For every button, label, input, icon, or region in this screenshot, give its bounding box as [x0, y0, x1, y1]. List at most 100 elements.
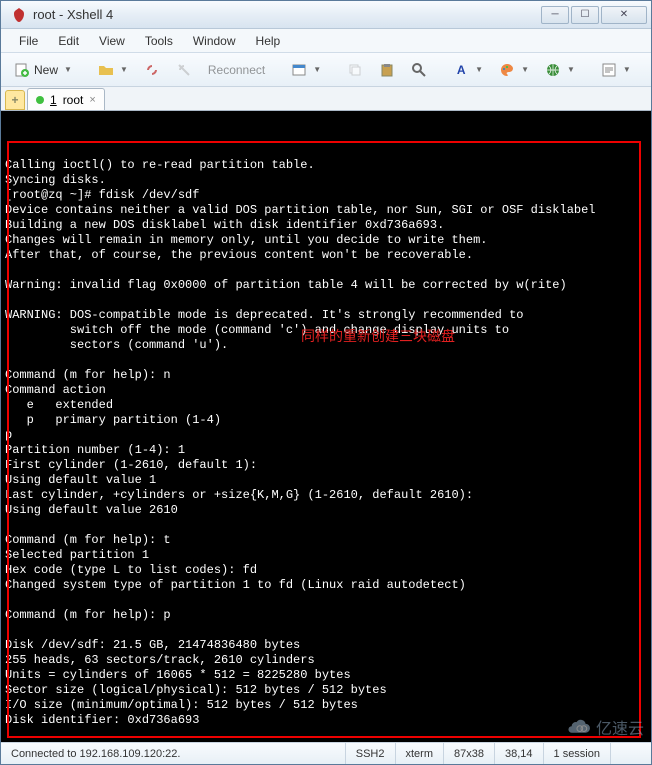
- terminal-line: Command (m for help): t: [5, 533, 647, 548]
- status-sessions: 1 session: [544, 743, 611, 764]
- find-button[interactable]: [404, 57, 434, 83]
- new-icon: [14, 62, 30, 78]
- status-pos: 38,14: [495, 743, 544, 764]
- terminal-line: Last cylinder, +cylinders or +size{K,M,G…: [5, 488, 647, 503]
- status-protocol: SSH2: [346, 743, 396, 764]
- palette-icon: [499, 62, 515, 78]
- terminal-line: Warning: invalid flag 0x0000 of partitio…: [5, 278, 647, 293]
- script-button[interactable]: ▼: [594, 57, 638, 83]
- menubar: File Edit View Tools Window Help: [1, 29, 651, 53]
- terminal-line: Changes will remain in memory only, unti…: [5, 233, 647, 248]
- chevron-down-icon: ▼: [521, 65, 529, 74]
- menu-help[interactable]: Help: [246, 30, 291, 52]
- tab-index: 1: [50, 93, 57, 107]
- status-size: 87x38: [444, 743, 495, 764]
- tab-label: root: [63, 93, 84, 107]
- status-connection: Connected to 192.168.109.120:22.: [1, 743, 346, 764]
- terminal-line: WARNING: DOS-compatible mode is deprecat…: [5, 308, 647, 323]
- terminal-line: Partition number (1-4): 1: [5, 443, 647, 458]
- terminal-line: [5, 518, 647, 533]
- reconnect-label: Reconnect: [208, 63, 265, 77]
- new-label: New: [34, 63, 58, 77]
- chevron-down-icon: ▼: [313, 65, 321, 74]
- close-tab-icon[interactable]: ×: [89, 94, 95, 106]
- maximize-button[interactable]: ☐: [571, 6, 599, 24]
- chevron-down-icon: ▼: [623, 65, 631, 74]
- paste-icon: [379, 62, 395, 78]
- terminal-line: Calling ioctl() to re-read partition tab…: [5, 158, 647, 173]
- terminal-line: [5, 263, 647, 278]
- reconnect-button[interactable]: Reconnect: [201, 57, 272, 83]
- terminal[interactable]: Calling ioctl() to re-read partition tab…: [1, 111, 651, 742]
- new-button[interactable]: New ▼: [7, 57, 79, 83]
- copy-icon: [347, 62, 363, 78]
- unlink-icon: [176, 62, 192, 78]
- terminal-line: Command (m for help): n: [5, 368, 647, 383]
- menu-tools[interactable]: Tools: [135, 30, 183, 52]
- script-icon: [601, 62, 617, 78]
- annotation-text: 同样的重新创建三块磁盘: [301, 329, 455, 344]
- copy-button[interactable]: [340, 57, 370, 83]
- terminal-line: Disk /dev/sdf: 21.5 GB, 21474836480 byte…: [5, 638, 647, 653]
- terminal-line: [5, 353, 647, 368]
- chevron-down-icon: ▼: [64, 65, 72, 74]
- terminal-line: Using default value 2610: [5, 503, 647, 518]
- paste-button[interactable]: [372, 57, 402, 83]
- link-icon: [144, 62, 160, 78]
- terminal-line: Command (m for help): p: [5, 608, 647, 623]
- font-icon: A: [453, 62, 469, 78]
- terminal-line: Units = cylinders of 16065 * 512 = 82252…: [5, 668, 647, 683]
- globe-button[interactable]: ▼: [538, 57, 582, 83]
- connect-button[interactable]: [137, 57, 167, 83]
- window-title: root - Xshell 4: [33, 7, 539, 22]
- terminal-line: [5, 293, 647, 308]
- toolbar: New ▼ ▼ Reconnect ▼ A▼ ▼ ▼ ▼ »: [1, 53, 651, 87]
- chevron-down-icon: ▼: [120, 65, 128, 74]
- terminal-line: Device contains neither a valid DOS part…: [5, 203, 647, 218]
- terminal-line: Hex code (type L to list codes): fd: [5, 563, 647, 578]
- terminal-line: I/O size (minimum/optimal): 512 bytes / …: [5, 698, 647, 713]
- chevron-down-icon: ▼: [475, 65, 483, 74]
- status-term: xterm: [396, 743, 445, 764]
- terminal-line: 255 heads, 63 sectors/track, 2610 cylind…: [5, 653, 647, 668]
- terminal-line: p primary partition (1-4): [5, 413, 647, 428]
- titlebar[interactable]: root - Xshell 4 ─ ☐ ✕: [1, 1, 651, 29]
- chevron-down-icon: ▼: [567, 65, 575, 74]
- properties-icon: [291, 62, 307, 78]
- terminal-line: After that, of course, the previous cont…: [5, 248, 647, 263]
- terminal-line: First cylinder (1-2610, default 1):: [5, 458, 647, 473]
- folder-icon: [98, 62, 114, 78]
- globe-icon: [545, 62, 561, 78]
- terminal-line: [5, 623, 647, 638]
- search-icon: [411, 62, 427, 78]
- terminal-line: Syncing disks.: [5, 173, 647, 188]
- close-button[interactable]: ✕: [601, 6, 647, 24]
- menu-edit[interactable]: Edit: [48, 30, 89, 52]
- terminal-line: Sector size (logical/physical): 512 byte…: [5, 683, 647, 698]
- menu-file[interactable]: File: [9, 30, 48, 52]
- properties-button[interactable]: ▼: [284, 57, 328, 83]
- tabbar: + 1 root ×: [1, 87, 651, 111]
- menu-view[interactable]: View: [89, 30, 135, 52]
- terminal-line: Selected partition 1: [5, 548, 647, 563]
- terminal-line: Changed system type of partition 1 to fd…: [5, 578, 647, 593]
- add-tab-button[interactable]: +: [5, 90, 25, 110]
- minimize-button[interactable]: ─: [541, 6, 569, 24]
- app-window: root - Xshell 4 ─ ☐ ✕ File Edit View Too…: [0, 0, 652, 765]
- color-button[interactable]: ▼: [492, 57, 536, 83]
- terminal-line: [5, 593, 647, 608]
- terminal-line: e extended: [5, 398, 647, 413]
- terminal-line: Command action: [5, 383, 647, 398]
- open-button[interactable]: ▼: [91, 57, 135, 83]
- terminal-line: Building a new DOS disklabel with disk i…: [5, 218, 647, 233]
- font-button[interactable]: A▼: [446, 57, 490, 83]
- menu-window[interactable]: Window: [183, 30, 246, 52]
- disconnect-button[interactable]: [169, 57, 199, 83]
- resize-grip[interactable]: [611, 743, 651, 764]
- statusbar: Connected to 192.168.109.120:22. SSH2 xt…: [1, 742, 651, 764]
- tab-root[interactable]: 1 root ×: [27, 88, 105, 110]
- status-dot-icon: [36, 96, 44, 104]
- terminal-line: p: [5, 428, 647, 443]
- terminal-line: Disk identifier: 0xd736a693: [5, 713, 647, 728]
- terminal-line: Using default value 1: [5, 473, 647, 488]
